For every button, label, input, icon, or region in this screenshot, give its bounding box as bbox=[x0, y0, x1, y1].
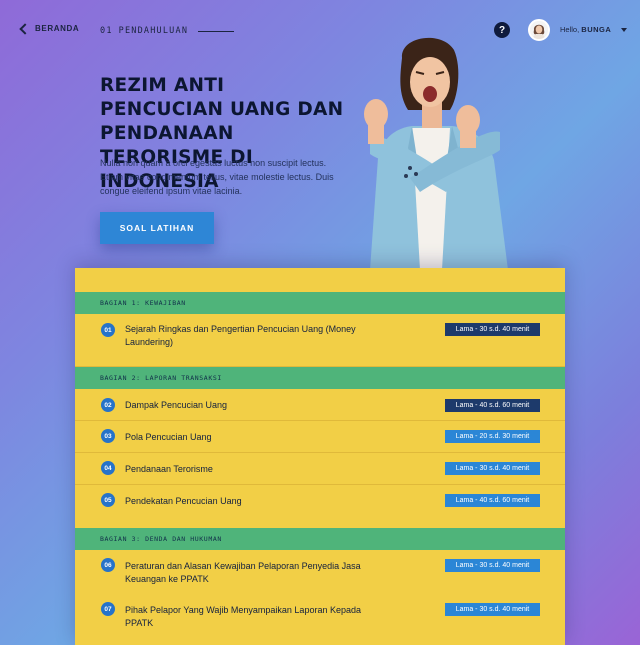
module-number: 03 bbox=[101, 429, 115, 443]
duration-badge: Lama - 40 s.d. 60 menit bbox=[445, 399, 540, 412]
duration-badge: Lama - 40 s.d. 60 menit bbox=[445, 494, 540, 507]
module-number: 05 bbox=[101, 493, 115, 507]
section-header-1: BAGIAN 1: KEWAJIBAN bbox=[75, 292, 565, 314]
module-title: Pola Pencucian Uang bbox=[125, 432, 212, 442]
module-number: 02 bbox=[101, 398, 115, 412]
module-number: 07 bbox=[101, 602, 115, 616]
duration-badge: Lama - 30 s.d. 40 menit bbox=[445, 323, 540, 336]
username: BUNGA bbox=[581, 25, 612, 34]
breadcrumb-number: 01 bbox=[100, 26, 113, 36]
breadcrumb-label: PENDAHULUAN bbox=[118, 26, 189, 36]
module-row-05[interactable]: 05 Pendekatan Pencucian Uang Lama - 40 s… bbox=[75, 485, 565, 528]
module-number: 01 bbox=[101, 323, 115, 337]
module-row-01[interactable]: 01 Sejarah Ringkas dan Pengertian Pencuc… bbox=[75, 314, 565, 367]
module-row-06[interactable]: 06 Peraturan dan Alasan Kewajiban Pelapo… bbox=[75, 550, 565, 594]
user-menu[interactable]: Hello, BUNGA bbox=[560, 25, 628, 34]
module-title: Pendekatan Pencucian Uang bbox=[125, 496, 242, 506]
chevron-left-icon bbox=[19, 22, 31, 35]
user-greeting: Hello, BUNGA bbox=[560, 25, 611, 34]
duration-badge: Lama - 30 s.d. 40 menit bbox=[445, 603, 540, 616]
breadcrumb: 01 PENDAHULUAN bbox=[100, 26, 235, 36]
duration-badge: Lama - 30 s.d. 40 menit bbox=[445, 462, 540, 475]
module-title: Peraturan dan Alasan Kewajiban Pelaporan… bbox=[125, 561, 361, 584]
hero-person-illustration bbox=[364, 37, 508, 270]
practice-quiz-button[interactable]: SOAL LATIHAN bbox=[100, 212, 214, 244]
caret-down-icon bbox=[621, 27, 628, 32]
module-row-03[interactable]: 03 Pola Pencucian Uang Lama - 20 s.d. 30… bbox=[75, 421, 565, 453]
module-number: 06 bbox=[101, 558, 115, 572]
module-title: Sejarah Ringkas dan Pengertian Pencucian… bbox=[125, 324, 356, 347]
duration-badge: Lama - 20 s.d. 30 menit bbox=[445, 430, 540, 443]
greeting-prefix: Hello, bbox=[560, 25, 580, 34]
breadcrumb-divider bbox=[198, 30, 235, 32]
back-link-label: BERANDA bbox=[35, 24, 80, 33]
duration-badge: Lama - 30 s.d. 40 menit bbox=[445, 559, 540, 572]
module-title: Pihak Pelapor Yang Wajib Menyampaikan La… bbox=[125, 605, 361, 628]
user-avatar-image bbox=[530, 21, 548, 39]
card-top-spacer bbox=[75, 268, 565, 292]
module-row-04[interactable]: 04 Pendanaan Terorisme Lama - 30 s.d. 40… bbox=[75, 453, 565, 485]
section-header-3: BAGIAN 3: DENDA DAN HUKUMAN bbox=[75, 528, 565, 550]
module-row-07[interactable]: 07 Pihak Pelapor Yang Wajib Menyampaikan… bbox=[75, 594, 565, 644]
module-row-02[interactable]: 02 Dampak Pencucian Uang Lama - 40 s.d. … bbox=[75, 389, 565, 421]
avatar[interactable] bbox=[528, 19, 550, 41]
module-number: 04 bbox=[101, 461, 115, 475]
module-list-card: BAGIAN 1: KEWAJIBAN 01 Sejarah Ringkas d… bbox=[75, 268, 565, 645]
section-header-2: BAGIAN 2: LAPORAN TRANSAKSI bbox=[75, 367, 565, 389]
module-title: Dampak Pencucian Uang bbox=[125, 400, 228, 410]
module-title: Pendanaan Terorisme bbox=[125, 464, 213, 474]
page-description: Nulla non quam a orci egestas luctus non… bbox=[100, 158, 334, 196]
back-link[interactable]: BERANDA bbox=[18, 22, 80, 35]
